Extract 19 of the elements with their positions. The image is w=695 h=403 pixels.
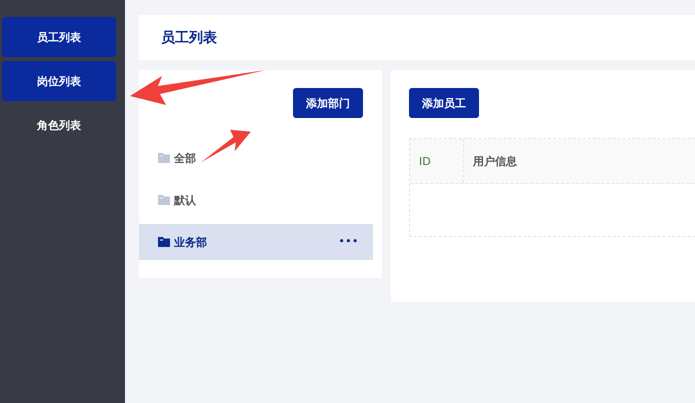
column-header: 用户信息 [472,154,517,170]
column-header: ID [410,139,464,183]
add-department-button[interactable]: 添加部门 [293,88,363,118]
nav-item[interactable]: 岗位列表 [2,61,116,101]
department-item[interactable]: 全部 [139,140,373,176]
arrow-annotation [200,128,252,164]
page-title: 员工列表 [161,28,217,46]
department-name: 全部 [174,150,197,166]
add-employee-button[interactable]: 添加员工 [409,88,479,118]
more-button[interactable]: ••• [338,237,359,247]
folder-icon [158,237,170,247]
nav-item[interactable]: 员工列表 [2,17,116,57]
nav-item[interactable]: 角色列表 [2,105,116,145]
department-item[interactable]: 默认 [139,182,373,218]
department-name: 业务部 [174,234,208,250]
folder-icon [158,153,170,163]
folder-icon [158,195,170,205]
department-item[interactable]: 业务部 ••• [139,224,373,260]
department-name: 默认 [174,192,197,208]
